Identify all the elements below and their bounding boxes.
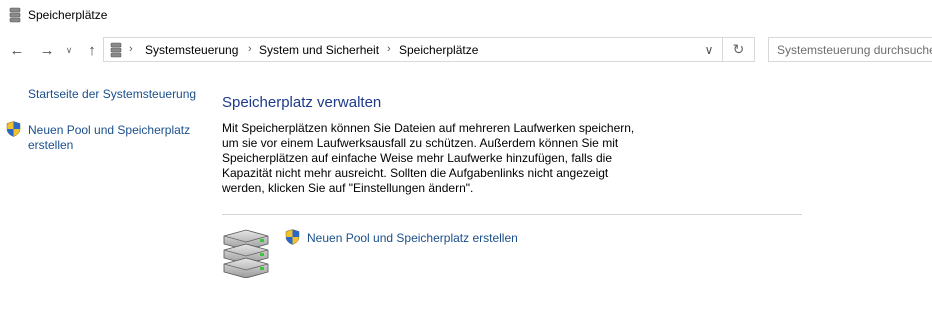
forward-button[interactable]: →	[36, 39, 58, 61]
uac-shield-icon	[6, 121, 21, 137]
divider	[222, 214, 802, 215]
address-bar[interactable]: › Systemsteuerung › System und Sicherhei…	[103, 37, 723, 62]
title-bar: Speicherplätze	[0, 0, 932, 30]
chevron-down-icon: ∨	[65, 44, 73, 55]
description-line: Speicherplätzen auf einfache Weise mehr …	[222, 151, 613, 165]
sidebar-link-new-pool-line1: Neuen Pool und Speicherplatz	[28, 123, 191, 137]
description-line: werden, klicken Sie auf "Einstellungen ä…	[222, 181, 474, 195]
up-button[interactable]: ↑	[81, 39, 103, 61]
refresh-button[interactable]: ↻	[723, 37, 755, 62]
uac-shield-icon	[285, 229, 300, 245]
description-line: um sie vor einem Laufwerksausfall zu sch…	[222, 136, 619, 150]
sidebar-link-home[interactable]: Startseite der Systemsteuerung	[28, 87, 196, 102]
breadcrumb-separator-icon[interactable]: ›	[248, 43, 252, 55]
storage-spaces-icon	[9, 7, 21, 23]
back-button[interactable]: ←	[6, 39, 28, 61]
breadcrumb-system-und-sicherheit[interactable]: System und Sicherheit	[259, 43, 379, 57]
chevron-down-icon: ∨	[704, 42, 714, 57]
page-description: Mit Speicherplätzen können Sie Dateien a…	[222, 121, 642, 196]
navigation-bar: ← → ∨ ↑ › Systemsteuerung › System und S…	[0, 30, 932, 70]
address-dropdown-button[interactable]: ∨	[695, 37, 723, 62]
breadcrumb-separator-icon[interactable]: ›	[387, 43, 391, 55]
breadcrumb-speicherplaetze[interactable]: Speicherplätze	[399, 43, 478, 57]
search-input[interactable]	[769, 38, 932, 61]
window-title: Speicherplätze	[28, 8, 108, 22]
recent-locations-button[interactable]: ∨	[62, 39, 76, 61]
storage-spaces-icon	[110, 42, 122, 58]
refresh-icon: ↻	[732, 41, 745, 57]
sidebar-link-new-pool[interactable]: Neuen Pool und Speicherplatz erstellen	[28, 123, 203, 153]
sidebar-link-new-pool-line2: erstellen	[28, 138, 74, 152]
arrow-up-icon: ↑	[88, 41, 96, 59]
breadcrumb-separator-icon: ›	[129, 43, 133, 55]
search-box[interactable]	[768, 37, 932, 62]
new-pool-task-link[interactable]: Neuen Pool und Speicherplatz erstellen	[307, 231, 518, 245]
arrow-right-icon: →	[39, 41, 55, 59]
arrow-left-icon: ←	[9, 41, 25, 59]
page-title: Speicherplatz verwalten	[222, 94, 382, 111]
breadcrumb-systemsteuerung[interactable]: Systemsteuerung	[145, 43, 238, 57]
stacked-drives-icon	[223, 229, 269, 278]
description-line: Mit Speicherplätzen können Sie Dateien a…	[222, 121, 635, 135]
description-line: Kapazität nicht mehr ausreicht. Sollten …	[222, 166, 609, 180]
